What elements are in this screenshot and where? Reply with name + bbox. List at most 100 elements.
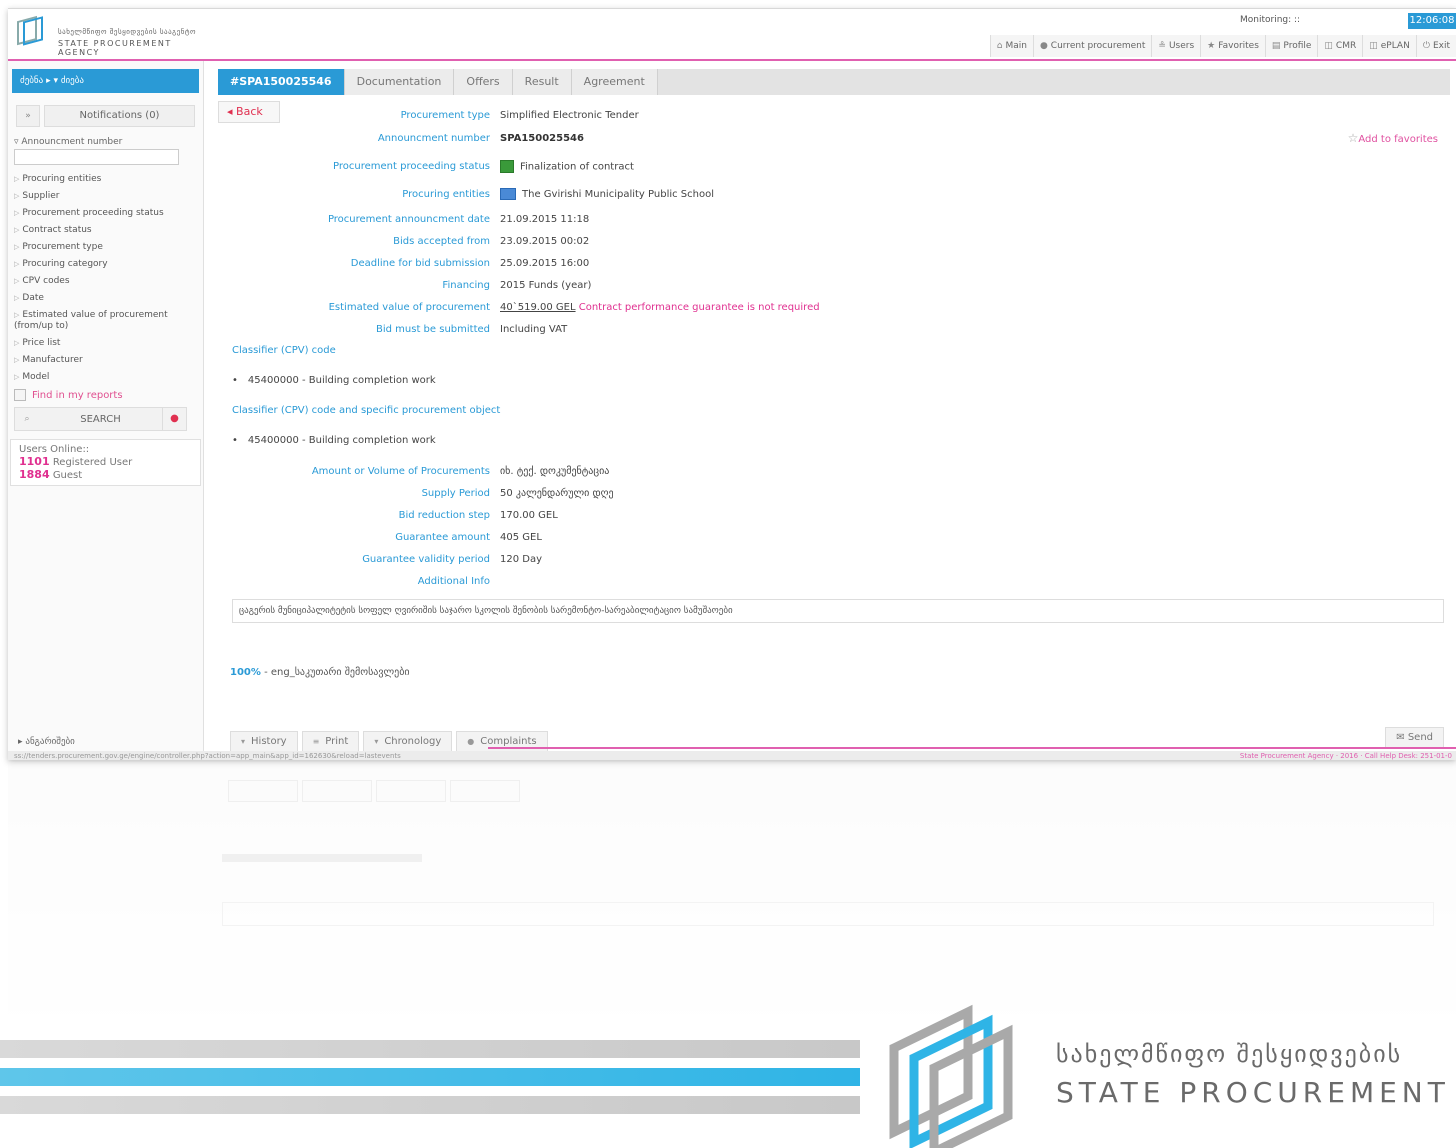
- history-button[interactable]: ▾ History: [230, 731, 298, 753]
- detail-value: იხ. ტექ. დოკუმენტაცია: [500, 465, 610, 477]
- button-label: Chronology: [384, 736, 442, 747]
- reflection-text: [222, 854, 422, 862]
- nav-label: Favorites: [1218, 41, 1259, 51]
- filter-price-list[interactable]: ▷ Price list: [8, 335, 203, 352]
- detail-value: 2015 Funds (year): [500, 279, 592, 291]
- nav-main[interactable]: ⌂ Main: [989, 35, 1033, 57]
- detail-row: Bids accepted from 23.09.2015 00:02: [218, 233, 1218, 249]
- progress-text: - eng_საკუთარი შემოსავლები: [260, 667, 410, 678]
- filter-contract-status[interactable]: ▷ Contract status: [8, 222, 203, 239]
- nav-users[interactable]: ≗ Users: [1151, 35, 1201, 57]
- detail-row: Procurement announcment date 21.09.2015 1…: [218, 211, 1218, 227]
- registered-count: 1101: [19, 455, 50, 468]
- sidebar: ძებნა ▸ ▾ ძიება » Notifications (0) ▿ An…: [8, 61, 204, 760]
- tab-agreement[interactable]: Agreement: [571, 69, 658, 95]
- detail-value: 25.09.2015 16:00: [500, 257, 590, 269]
- filter-label: Supplier: [22, 191, 60, 201]
- add-to-favorites-label: Add to favorites: [1358, 134, 1438, 145]
- tab-announcement[interactable]: #SPA150025546: [218, 69, 345, 95]
- cpv-item: • 45400000 - Building completion work: [232, 375, 436, 386]
- filter-label: Contract status: [22, 225, 92, 235]
- tab-documentation[interactable]: Documentation: [344, 69, 455, 95]
- filter-manufacturer[interactable]: ▷ Manufacturer: [8, 352, 203, 369]
- browser-status-bar: ss://tenders.procurement.gov.ge/engine/c…: [8, 751, 1456, 760]
- sidebar-reports-link[interactable]: ▸ ანგარიშები: [12, 737, 75, 747]
- progress-percent: 100%: [230, 667, 261, 678]
- entity-text: The Gvirishi Municipality Public School: [522, 189, 714, 200]
- entity-icon: [500, 188, 516, 200]
- detail-label: Bid must be submitted: [376, 323, 490, 335]
- chronology-button[interactable]: ▾ Chronology: [363, 731, 453, 753]
- filter-label: Procuring entities: [22, 174, 102, 184]
- filter-proceeding-status[interactable]: ▷ Procurement proceeding status: [8, 205, 203, 222]
- notifications-toggle-button[interactable]: »: [16, 105, 40, 127]
- detail-value: 50 კალენდარული დღე: [500, 487, 614, 499]
- funding-progress: 100% - eng_საკუთარი შემოსავლები: [230, 667, 410, 678]
- reports-label: ანგარიშები: [25, 737, 75, 747]
- detail-row: Guarantee amount 405 GEL: [218, 529, 1218, 545]
- tab-bar: #SPA150025546 Documentation Offers Resul…: [218, 69, 1450, 95]
- button-label: History: [251, 736, 287, 747]
- filter-estimated-value[interactable]: ▷ Estimated value of procurement (from/up…: [8, 307, 203, 335]
- add-to-favorites-link[interactable]: ☆Add to favorites: [1348, 131, 1438, 145]
- detail-row: Deadline for bid submission 25.09.2015 16…: [218, 255, 1218, 271]
- detail-value: Simplified Electronic Tender: [500, 109, 639, 121]
- filter-procurement-type[interactable]: ▷ Procurement type: [8, 239, 203, 256]
- tab-offers[interactable]: Offers: [454, 69, 513, 95]
- detail-label: Procurement type: [400, 109, 490, 121]
- print-button[interactable]: ≡ Print: [301, 731, 360, 753]
- find-in-reports-checkbox[interactable]: [14, 389, 26, 401]
- detail-label: Procurement announcment date: [327, 213, 490, 225]
- search-button[interactable]: SEARCH: [39, 414, 162, 425]
- find-in-reports-row[interactable]: Find in my reports: [14, 389, 197, 401]
- detail-row: Bid reduction step 170.00 GEL: [218, 507, 1218, 523]
- agency-logo[interactable]: სახელმწიფო შესყიდვების სააგენტო STATE PR…: [14, 15, 204, 57]
- announcement-number-label: ▿ Announcment number: [14, 137, 123, 147]
- detail-row: Guarantee validity period 120 Day: [218, 551, 1218, 567]
- nav-profile[interactable]: ▤ Profile: [1264, 35, 1318, 57]
- mail-icon: ✉: [1396, 732, 1405, 743]
- filter-label: Procuring category: [22, 259, 108, 269]
- tab-result[interactable]: Result: [512, 69, 572, 95]
- filter-label: Procurement type: [22, 242, 103, 252]
- nav-label: Users: [1168, 41, 1195, 51]
- nav-current-procurement[interactable]: ● Current procurement: [1032, 35, 1152, 57]
- clear-search-icon[interactable]: ●: [162, 407, 186, 431]
- cmr-icon: ◫: [1324, 41, 1333, 51]
- complaints-button[interactable]: ● Complaints: [456, 731, 548, 753]
- announcement-number-input[interactable]: [14, 149, 179, 165]
- triangle-right-icon: ▷: [14, 226, 20, 234]
- detail-value: SPA150025546: [500, 132, 584, 144]
- nav-favorites[interactable]: ★ Favorites: [1200, 35, 1265, 57]
- guest-users-line: 1884 Guest: [19, 468, 192, 481]
- nav-eplan[interactable]: ◫ ePLAN: [1362, 35, 1416, 57]
- detail-label: Procuring entities: [402, 188, 490, 200]
- detail-value: 120 Day: [500, 553, 543, 565]
- filter-procuring-entities[interactable]: ▷ Procuring entities: [8, 171, 203, 188]
- send-button[interactable]: ✉ Send: [1385, 727, 1444, 749]
- notifications-button[interactable]: Notifications (0): [44, 105, 195, 127]
- nav-cmr[interactable]: ◫ CMR: [1317, 35, 1363, 57]
- clock: 12:06:08: [1408, 13, 1456, 29]
- agency-logo-icon: [17, 15, 43, 46]
- detail-row: Additional Info: [218, 573, 1218, 589]
- logo-text-geo: სახელმწიფო შესყიდვების სააგენტო: [58, 28, 196, 36]
- bullet: •: [232, 375, 238, 386]
- cpv-title[interactable]: Classifier (CPV) code: [232, 345, 336, 356]
- sidebar-search-header[interactable]: ძებნა ▸ ▾ ძიება: [12, 69, 199, 93]
- detail-value[interactable]: The Gvirishi Municipality Public School: [500, 188, 714, 200]
- dot-icon: ●: [467, 737, 475, 746]
- filter-cpv-codes[interactable]: ▷ CPV codes: [8, 273, 203, 290]
- cpv-object-title[interactable]: Classifier (CPV) code and specific procu…: [232, 405, 500, 416]
- filter-date[interactable]: ▷ Date: [8, 290, 203, 307]
- send-label: Send: [1407, 732, 1433, 743]
- detail-label: Deadline for bid submission: [350, 257, 490, 269]
- detail-label: Amount or Volume of Procurements: [311, 465, 490, 477]
- eplan-icon: ◫: [1369, 41, 1378, 51]
- nav-exit[interactable]: ⏻ Exit: [1415, 35, 1456, 57]
- filter-supplier[interactable]: ▷ Supplier: [8, 188, 203, 205]
- users-icon: ≗: [1158, 41, 1166, 51]
- filter-model[interactable]: ▷ Model: [8, 369, 203, 386]
- filter-procuring-category[interactable]: ▷ Procuring category: [8, 256, 203, 273]
- estimated-value: 40`519.00 GEL: [500, 301, 576, 313]
